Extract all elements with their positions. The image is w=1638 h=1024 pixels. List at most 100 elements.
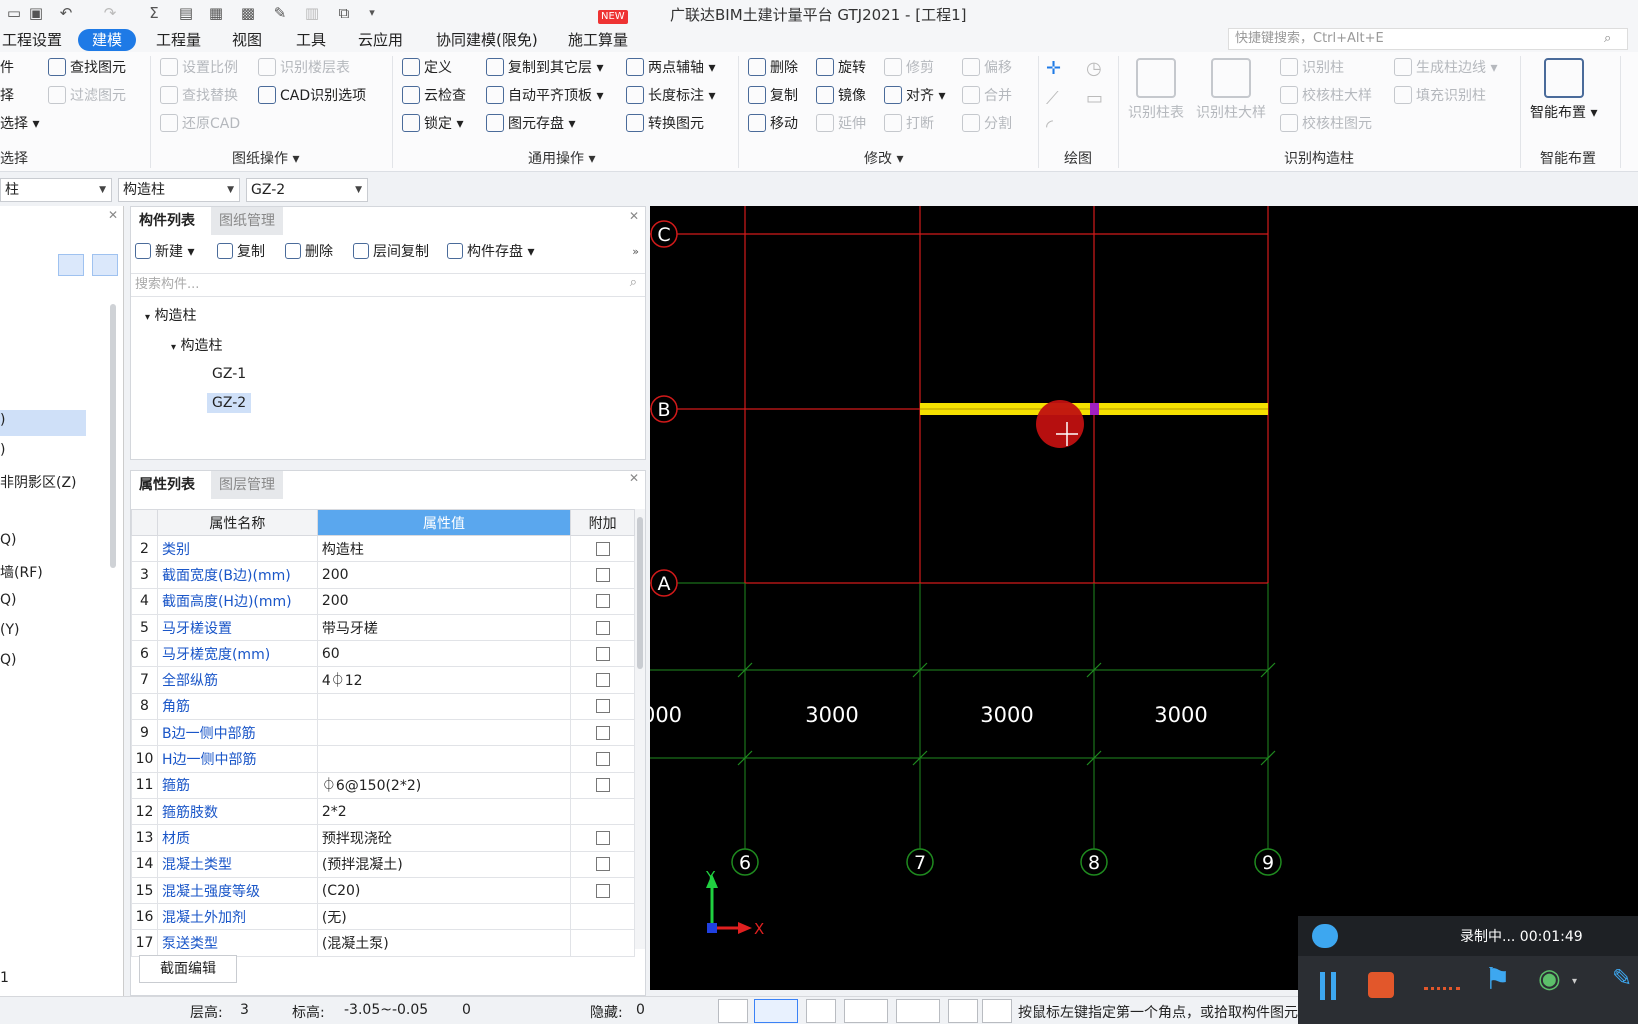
recognize-column-detail-button[interactable]: 识别柱大样 bbox=[1196, 58, 1266, 122]
property-row[interactable]: 7 全部纵筋 4⏀12 bbox=[131, 666, 635, 694]
tab-drawing-management[interactable]: 图纸管理 bbox=[211, 207, 283, 235]
extend-button[interactable]: 延伸 bbox=[816, 112, 866, 136]
menu-tools[interactable]: 工具 bbox=[296, 29, 326, 51]
property-scrollbar-thumb[interactable] bbox=[637, 517, 643, 669]
merge-button[interactable]: 合并 bbox=[962, 84, 1012, 108]
display-toggle[interactable] bbox=[948, 999, 978, 1023]
filter-element-button[interactable]: 过滤图元 bbox=[48, 84, 126, 108]
property-row[interactable]: 10 H边一侧中部筋 bbox=[131, 745, 635, 773]
property-row[interactable]: 6 马牙槎宽度(mm) 60 bbox=[131, 640, 635, 668]
dimension-toggle[interactable] bbox=[896, 999, 940, 1023]
angle-toggle[interactable] bbox=[844, 999, 888, 1023]
table-icon[interactable]: ▦ bbox=[206, 3, 226, 23]
grid-icon[interactable]: ▩ bbox=[238, 3, 258, 23]
smart-layout-button[interactable]: 智能布置 ▾ bbox=[1530, 58, 1597, 122]
quick-search-input[interactable]: 快捷键搜索，Ctrl+Alt+E bbox=[1228, 28, 1628, 50]
nav-item[interactable]: 非阴影区(Z) bbox=[0, 472, 77, 492]
arc-toggle[interactable] bbox=[982, 999, 1012, 1023]
property-row[interactable]: 9 B边一侧中部筋 bbox=[131, 719, 635, 747]
extra-checkbox[interactable] bbox=[595, 567, 610, 582]
component-search-input[interactable]: 搜索构件... bbox=[131, 273, 645, 297]
two-point-axis-button[interactable]: 两点辅轴 ▾ bbox=[626, 56, 715, 80]
customize-dropdown-icon[interactable]: ▾ bbox=[362, 3, 382, 23]
cloud-check-button[interactable]: 云检查 bbox=[402, 84, 466, 108]
extra-checkbox[interactable] bbox=[595, 646, 610, 661]
property-row[interactable]: 12 箍筋肢数 2*2 bbox=[131, 797, 635, 826]
type-select[interactable]: 构造柱 ▼ bbox=[118, 178, 240, 202]
property-row[interactable]: 2 类别 构造柱 bbox=[131, 534, 635, 563]
nav-item[interactable]: ) bbox=[0, 442, 5, 458]
property-value[interactable]: 4⏀12 bbox=[316, 666, 572, 694]
cross-toggle[interactable] bbox=[806, 999, 836, 1023]
define-button[interactable]: 定义 bbox=[402, 56, 452, 80]
point-draw-icon[interactable]: ✛ bbox=[1046, 58, 1061, 79]
split-button[interactable]: 分割 bbox=[962, 112, 1012, 136]
arc-draw-icon[interactable]: ◜ bbox=[1046, 116, 1053, 137]
property-value[interactable]: 200 bbox=[316, 561, 572, 589]
left-panel-scrollbar[interactable] bbox=[110, 304, 116, 568]
property-value[interactable]: (预拌混凝土) bbox=[316, 850, 572, 878]
annotate-icon[interactable]: ⚑ bbox=[1484, 962, 1511, 997]
chevron-down-icon[interactable]: ▾ bbox=[1572, 976, 1577, 987]
new-component-button[interactable]: 新建 ▾ bbox=[135, 241, 194, 263]
tab-property-list[interactable]: 属性列表 bbox=[131, 471, 203, 499]
menu-cloud[interactable]: 云应用 bbox=[358, 29, 403, 51]
property-value[interactable]: 2*2 bbox=[316, 797, 572, 826]
tree-leaf-gz2[interactable]: GZ-2 bbox=[207, 393, 252, 413]
nav-item[interactable]: Q) bbox=[0, 532, 16, 548]
group-label-modify[interactable]: 修改 ▾ bbox=[864, 148, 903, 168]
set-scale-button[interactable]: 设置比例 bbox=[160, 56, 238, 80]
break-button[interactable]: 打断 bbox=[884, 112, 934, 136]
ribbon-select-item-0[interactable]: 件 bbox=[0, 56, 14, 80]
property-row[interactable]: 14 混凝土类型 (预拌混凝土) bbox=[131, 850, 635, 878]
extra-checkbox[interactable] bbox=[595, 620, 610, 635]
auto-align-slab-button[interactable]: 自动平齐顶板 ▾ bbox=[486, 84, 603, 108]
property-row[interactable]: 16 混凝土外加剂 (无) bbox=[131, 903, 635, 931]
undo-icon[interactable]: ↶ bbox=[56, 3, 76, 23]
property-row[interactable]: 11 箍筋 ⏀6@150(2*2) bbox=[131, 771, 635, 799]
report-icon[interactable]: ▤ bbox=[176, 3, 196, 23]
menu-quantities[interactable]: 工程量 bbox=[156, 29, 201, 51]
extra-checkbox[interactable] bbox=[595, 752, 610, 767]
group-label-general-ops[interactable]: 通用操作 ▾ bbox=[528, 148, 595, 168]
list-view-icon[interactable] bbox=[58, 254, 84, 276]
property-row[interactable]: 5 马牙槎设置 带马牙槎 bbox=[131, 613, 635, 642]
close-icon[interactable]: ✕ bbox=[629, 209, 639, 223]
trim-button[interactable]: 修剪 bbox=[884, 56, 934, 80]
extra-checkbox[interactable] bbox=[595, 725, 610, 740]
ribbon-select-item-1[interactable]: 择 bbox=[0, 84, 14, 108]
tree-node-root[interactable]: ▾ 构造柱 bbox=[145, 305, 196, 325]
extra-checkbox[interactable] bbox=[595, 594, 610, 609]
save-element-button[interactable]: 图元存盘 ▾ bbox=[486, 112, 575, 136]
recognize-floor-table-button[interactable]: 识别楼层表 bbox=[258, 56, 350, 80]
component-save-button[interactable]: 构件存盘 ▾ bbox=[447, 241, 534, 263]
tab-layer-management[interactable]: 图层管理 bbox=[211, 471, 283, 499]
lock-button[interactable]: 锁定 ▾ bbox=[402, 112, 463, 136]
property-row[interactable]: 17 泵送类型 (混凝土泵) bbox=[131, 929, 635, 957]
extra-checkbox[interactable] bbox=[595, 673, 610, 688]
extra-checkbox[interactable] bbox=[595, 699, 610, 714]
snap-toggle[interactable] bbox=[754, 999, 798, 1023]
cad-drawing[interactable]: 000 3000 3000 3000 C B A 6 7 8 9 Y X bbox=[642, 206, 1638, 990]
nav-item[interactable]: 1 bbox=[0, 970, 9, 986]
close-icon[interactable]: ✕ bbox=[108, 208, 118, 222]
tree-leaf-gz1[interactable]: GZ-1 bbox=[207, 365, 251, 383]
menu-project-settings[interactable]: 工程设置 bbox=[2, 29, 62, 51]
cad-canvas[interactable]: 000 3000 3000 3000 C B A 6 7 8 9 Y X bbox=[642, 206, 1638, 990]
extra-checkbox[interactable] bbox=[595, 541, 610, 556]
property-value[interactable] bbox=[316, 719, 572, 747]
delete-component-button[interactable]: 删除 bbox=[285, 241, 333, 263]
property-row[interactable]: 4 截面高度(H边)(mm) 200 bbox=[131, 587, 635, 615]
extra-checkbox[interactable] bbox=[595, 778, 610, 793]
menu-construction[interactable]: 施工算量 bbox=[568, 29, 628, 51]
pause-icon[interactable] bbox=[1320, 972, 1336, 1000]
save-icon[interactable]: ▣ bbox=[26, 3, 46, 23]
extra-checkbox[interactable] bbox=[595, 857, 610, 872]
property-value[interactable]: 构造柱 bbox=[316, 534, 572, 563]
menu-collaboration[interactable]: 协同建模(限免) bbox=[436, 29, 538, 51]
nav-item[interactable]: Q) bbox=[0, 652, 16, 668]
property-row[interactable]: 8 角筋 bbox=[131, 692, 635, 721]
property-value[interactable] bbox=[316, 745, 572, 773]
extra-checkbox[interactable] bbox=[595, 830, 610, 845]
rotate-point-icon[interactable]: ◷ bbox=[1086, 58, 1102, 79]
